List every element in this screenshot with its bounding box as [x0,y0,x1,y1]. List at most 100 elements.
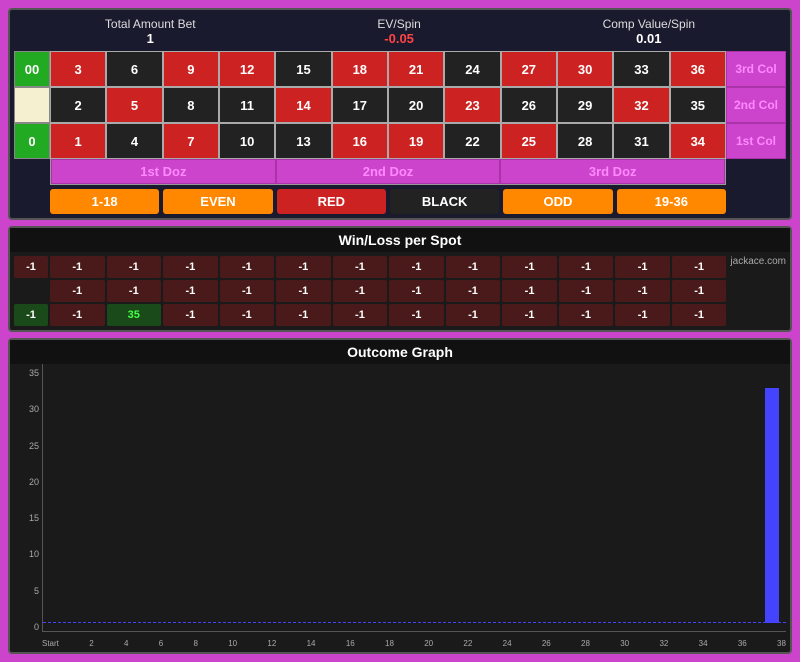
y-label-35: 35 [14,368,42,378]
wl-cell-r0-c9: -1 [559,256,614,278]
wl-cell-r0-c10: -1 [615,256,670,278]
num-cell-1[interactable]: 1 [50,123,106,159]
x-label-22: 22 [463,639,472,648]
num-cell-23[interactable]: 23 [444,87,500,123]
num-cell-16[interactable]: 16 [332,123,388,159]
wl-cell-r1-c5: -1 [333,280,388,302]
y-label-25: 25 [14,441,42,451]
wl-cell-r2-c0: -1 [50,304,105,326]
wl-cell-r1-c9: -1 [559,280,614,302]
wl-cell-r2-c4: -1 [276,304,331,326]
x-label-4: 4 [124,639,128,648]
num-cell-34[interactable]: 34 [670,123,726,159]
wl-cell-r0-c5: -1 [333,256,388,278]
x-label-6: 6 [159,639,163,648]
num-cell-29[interactable]: 29 [557,87,613,123]
wl-cell-r2-c6: -1 [389,304,444,326]
wl-cell-r2-c7: -1 [446,304,501,326]
double-zero-cell[interactable]: 00 [14,51,50,87]
dozen-3rd[interactable]: 3rd Doz [500,159,725,184]
num-cell-26[interactable]: 26 [501,87,557,123]
dozen-2nd[interactable]: 2nd Doz [276,159,501,184]
num-cell-36[interactable]: 36 [670,51,726,87]
x-label-30: 30 [620,639,629,648]
bet-black[interactable]: BLACK [390,189,499,214]
dozen-1st[interactable]: 1st Doz [51,159,276,184]
stats-row: Total Amount Bet 1 EV/Spin -0.05 Comp Va… [14,14,786,51]
num-cell-25[interactable]: 25 [501,123,557,159]
x-label-10: 10 [228,639,237,648]
num-cell-32[interactable]: 32 [613,87,669,123]
num-cell-7[interactable]: 7 [163,123,219,159]
x-label-start: Start [42,639,59,648]
wl-cell-r2-c5: -1 [333,304,388,326]
y-axis: 35 30 25 20 15 10 5 0 [14,364,42,648]
y-label-0: 0 [14,622,42,632]
x-axis: Start 2 4 6 8 10 12 14 16 18 20 22 24 26… [42,639,786,648]
x-label-16: 16 [346,639,355,648]
y-label-5: 5 [14,586,42,596]
num-cell-17[interactable]: 17 [332,87,388,123]
roulette-section: Total Amount Bet 1 EV/Spin -0.05 Comp Va… [8,8,792,220]
bet-odd[interactable]: ODD [503,189,612,214]
num-cell-33[interactable]: 33 [613,51,669,87]
num-cell-31[interactable]: 31 [613,123,669,159]
col-label-1st[interactable]: 1st Col [726,123,786,159]
single-zero-cell[interactable]: 0 [14,123,50,159]
num-cell-19[interactable]: 19 [388,123,444,159]
x-label-20: 20 [424,639,433,648]
wl-cell-r1-c4: -1 [276,280,331,302]
num-cell-11[interactable]: 11 [219,87,275,123]
outcome-bar [765,388,779,623]
wl-cell-r1-c2: -1 [163,280,218,302]
wl-zero-00: -1 [14,256,48,278]
winloss-section: Win/Loss per Spot -1 -1 -1-1-1-1-1-1-1-1… [8,226,792,332]
wl-cell-r0-c3: -1 [220,256,275,278]
num-cell-18[interactable]: 18 [332,51,388,87]
num-cell-20[interactable]: 20 [388,87,444,123]
wl-cell-r0-c8: -1 [502,256,557,278]
num-cell-2[interactable]: 2 [50,87,106,123]
ev-spin-value: -0.05 [384,31,414,46]
ev-spin-block: EV/Spin -0.05 [377,17,420,46]
num-cell-3[interactable]: 3 [50,51,106,87]
x-label-18: 18 [385,639,394,648]
num-cell-10[interactable]: 10 [219,123,275,159]
bet-1-18[interactable]: 1-18 [50,189,159,214]
num-cell-24[interactable]: 24 [444,51,500,87]
num-cell-22[interactable]: 22 [444,123,500,159]
num-cell-28[interactable]: 28 [557,123,613,159]
x-label-38: 38 [777,639,786,648]
col-label-2nd[interactable]: 2nd Col [726,87,786,123]
wl-cell-r1-c0: -1 [50,280,105,302]
wl-zero-0: -1 [14,304,48,326]
x-label-36: 36 [738,639,747,648]
num-cell-12[interactable]: 12 [219,51,275,87]
bet-even[interactable]: EVEN [163,189,272,214]
num-cell-15[interactable]: 15 [275,51,331,87]
wl-cell-r2-c9: -1 [559,304,614,326]
wl-cell-r2-c1: 35 [107,304,162,326]
num-cell-8[interactable]: 8 [163,87,219,123]
wl-cell-r1-c8: -1 [502,280,557,302]
num-cell-27[interactable]: 27 [501,51,557,87]
total-bet-value: 1 [147,31,154,46]
wl-cell-r2-c10: -1 [615,304,670,326]
num-cell-14[interactable]: 14 [275,87,331,123]
num-cell-4[interactable]: 4 [106,123,162,159]
bet-red[interactable]: RED [277,189,386,214]
winloss-grid: -1 -1 -1-1-1-1-1-1-1-1-1-1-1-1-1-1-1-1-1… [10,252,790,330]
dozen-row: 1st Doz 2nd Doz 3rd Doz [50,159,726,185]
num-cell-21[interactable]: 21 [388,51,444,87]
num-cell-13[interactable]: 13 [275,123,331,159]
wl-cell-r2-c11: -1 [672,304,727,326]
num-cell-6[interactable]: 6 [106,51,162,87]
num-cell-30[interactable]: 30 [557,51,613,87]
x-label-24: 24 [503,639,512,648]
num-cell-9[interactable]: 9 [163,51,219,87]
col-label-3rd[interactable]: 3rd Col [726,51,786,87]
num-cell-35[interactable]: 35 [670,87,726,123]
num-cell-5[interactable]: 5 [106,87,162,123]
bet-19-36[interactable]: 19-36 [617,189,726,214]
y-label-15: 15 [14,513,42,523]
